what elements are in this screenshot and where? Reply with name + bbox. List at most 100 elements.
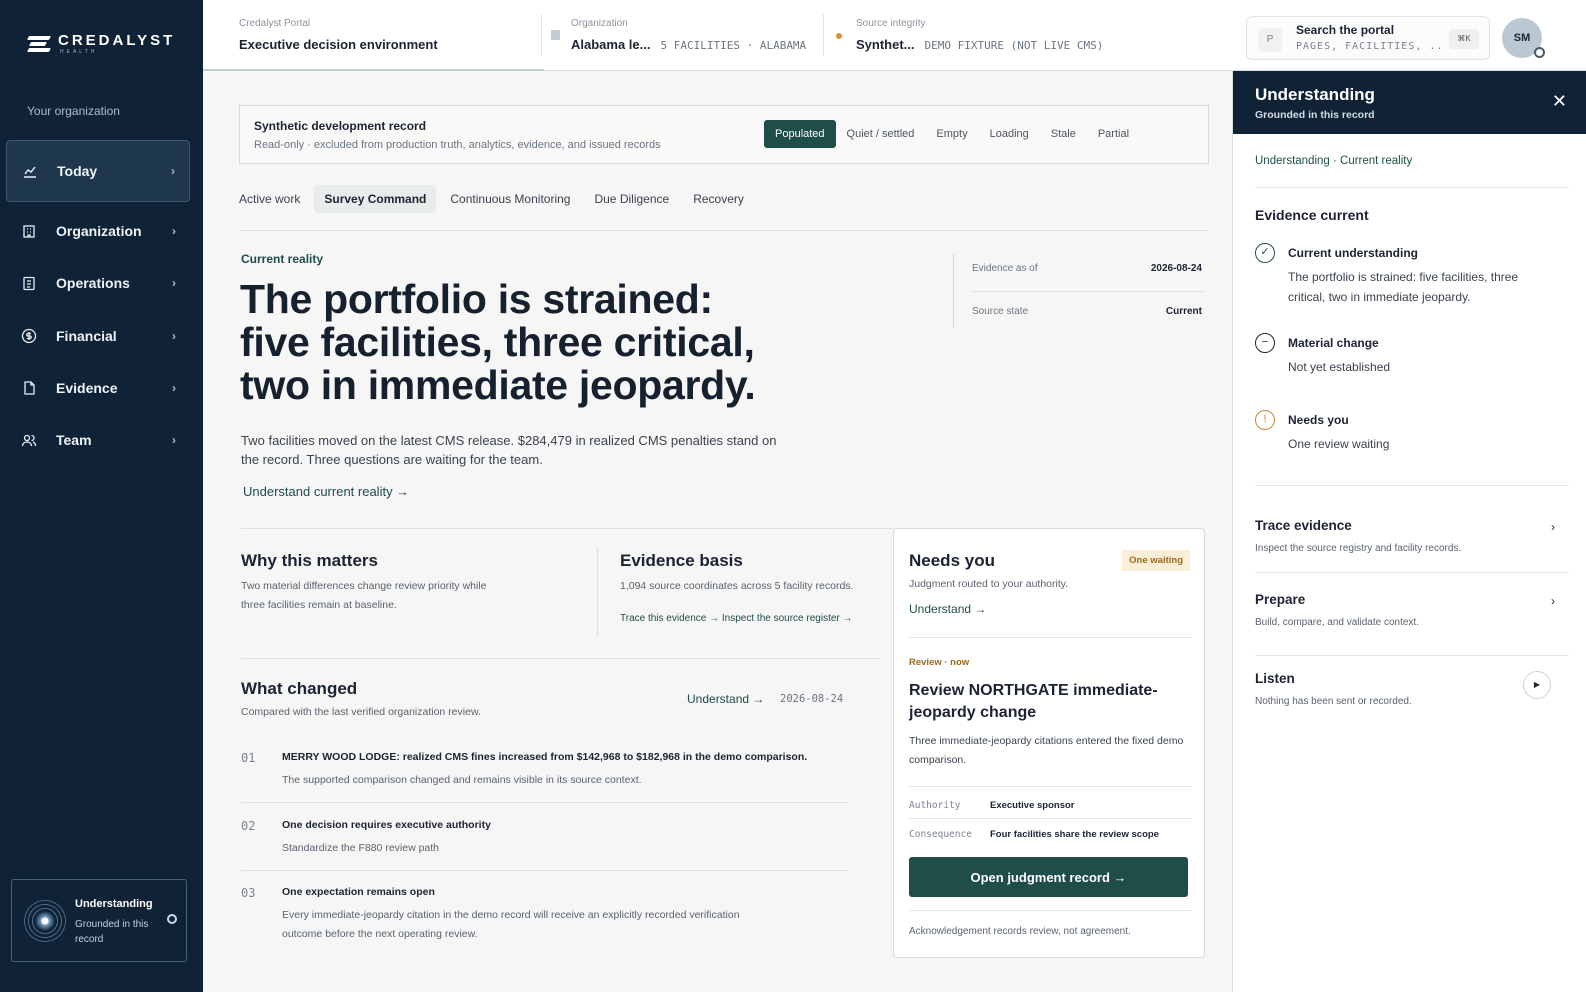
what-changed-title: What changed [241, 679, 358, 698]
panel-subtitle: Grounded in this record [1255, 109, 1375, 121]
understanding-title: Understanding [75, 898, 153, 910]
tab-survey-command[interactable]: Survey Command [314, 185, 437, 213]
chevron-right-icon: › [1551, 594, 1555, 608]
sidebar-item-team[interactable]: Team › [6, 418, 190, 462]
search-hint: PAGES, FACILITIES, .. [1296, 41, 1444, 52]
source-integrity[interactable]: Source integrity Synthet... DEMO FIXTURE … [836, 18, 1103, 52]
item-title: One decision requires executive authorit… [282, 819, 491, 831]
divider [241, 658, 881, 659]
state-empty[interactable]: Empty [925, 120, 978, 148]
dollar-icon [20, 327, 38, 345]
item-number: 03 [241, 886, 256, 900]
sidebar-item-label: Organization [56, 223, 142, 239]
item-number: 02 [241, 819, 256, 833]
source-meta: DEMO FIXTURE (NOT LIVE CMS) [924, 39, 1104, 52]
avatar[interactable]: SM [1502, 18, 1545, 58]
breadcrumb[interactable]: Understanding · Current reality [1255, 155, 1412, 167]
state-switcher: Populated Quiet / settled Empty Loading … [764, 120, 1140, 148]
divider [541, 14, 542, 56]
divider [1255, 655, 1569, 656]
org-label: Organization [571, 18, 628, 29]
divider [823, 14, 824, 56]
needs-you-link[interactable]: Understand → [909, 602, 986, 616]
state-loading[interactable]: Loading [979, 120, 1040, 148]
action-desc: Nothing has been sent or recorded. [1255, 696, 1412, 707]
item-desc: Standardize the F880 review path [282, 842, 440, 854]
what-changed-subtitle: Compared with the last verified organiza… [241, 706, 481, 718]
tab-active-work[interactable]: Active work [239, 185, 310, 213]
sidebar-item-label: Evidence [56, 380, 118, 396]
panel-header: Understanding Grounded in this record ✕ [1233, 71, 1586, 134]
divider [241, 802, 849, 803]
sidebar-item-label: Team [56, 432, 92, 448]
divider [241, 528, 893, 529]
understanding-card[interactable]: Understanding Grounded in this record [11, 879, 187, 962]
divider [909, 786, 1191, 787]
clipboard-icon [20, 274, 38, 292]
trace-evidence-link[interactable]: Trace this evidence → [620, 613, 719, 624]
play-icon[interactable]: ▶ [1523, 671, 1551, 699]
brand-logo[interactable]: CREDALYST HEALTH [27, 33, 175, 55]
search-title: Search the portal [1296, 23, 1395, 37]
sidebar-item-operations[interactable]: Operations › [6, 261, 190, 305]
sidebar-item-today[interactable]: Today › [6, 140, 190, 202]
divider [1255, 485, 1569, 486]
portal-context: Credalyst Portal Executive decision envi… [239, 18, 438, 52]
panel-section-title: Evidence current [1255, 207, 1369, 223]
divider [597, 547, 598, 637]
consequence-row: Consequence Four facilities share the re… [909, 829, 1159, 840]
authority-value: Executive sponsor [990, 800, 1075, 811]
ack-note: Acknowledgement records review, not agre… [909, 926, 1131, 937]
item-desc: Every immediate-jeopardy citation in the… [282, 909, 740, 940]
close-icon[interactable]: ✕ [1552, 91, 1567, 112]
divider [909, 637, 1191, 638]
basis-body: 1,094 source coordinates across 5 facili… [620, 580, 854, 592]
logo-mark-icon [27, 34, 52, 54]
portal-label: Credalyst Portal [239, 18, 311, 29]
state-populated[interactable]: Populated [764, 120, 836, 148]
presence-icon [1534, 47, 1545, 58]
portal-title: Executive decision environment [239, 37, 438, 52]
search-portal[interactable]: P Search the portal PAGES, FACILITIES, .… [1246, 16, 1490, 60]
org-name: Alabama le... [571, 37, 651, 52]
item-title: MERRY WOOD LODGE: realized CMS fines inc… [282, 751, 808, 763]
divider [1255, 572, 1569, 573]
tab-continuous-monitoring[interactable]: Continuous Monitoring [440, 185, 580, 213]
arrow-right-icon: → [1113, 869, 1127, 885]
authority-row: Authority Executive sponsor [909, 800, 1075, 811]
understand-reality-link[interactable]: Understand current reality → [243, 484, 409, 499]
state-partial[interactable]: Partial [1087, 120, 1140, 148]
open-judgment-record-button[interactable]: Open judgment record → [909, 857, 1188, 897]
tab-due-diligence[interactable]: Due Diligence [584, 185, 679, 213]
what-changed-link[interactable]: Understand → [687, 692, 764, 706]
sidebar-item-label: Financial [56, 328, 117, 344]
minus-icon: − [1255, 333, 1275, 353]
status-badge: One waiting [1122, 550, 1190, 571]
review-desc: Three immediate-jeopardy citations enter… [909, 735, 1184, 766]
organization-selector[interactable]: Organization Alabama le... 5 FACILITIES ·… [551, 18, 806, 52]
why-body: Two material differences change review p… [241, 580, 487, 611]
tab-recovery[interactable]: Recovery [683, 185, 754, 213]
people-icon [20, 431, 38, 449]
evidence-meta: Evidence as of 2026-08-24 Source state C… [953, 254, 1204, 328]
alert-icon: ! [1255, 410, 1275, 430]
sidebar-item-evidence[interactable]: Evidence › [6, 366, 190, 410]
check-icon: ✓ [1255, 243, 1275, 263]
inspect-register-link[interactable]: Inspect the source register → [722, 613, 853, 624]
workspace-tabs: Active work Survey Command Continuous Mo… [239, 185, 754, 213]
item-desc: The portfolio is strained: five faciliti… [1288, 270, 1519, 304]
evidence-date: 2026-08-24 [1150, 263, 1202, 274]
sidebar-item-label: Today [57, 163, 98, 179]
state-stale[interactable]: Stale [1040, 120, 1087, 148]
consequence-value: Four facilities share the review scope [990, 829, 1159, 840]
sidebar-item-financial[interactable]: Financial › [6, 314, 190, 358]
needs-you-subtitle: Judgment routed to your authority. [909, 578, 1069, 590]
chevron-right-icon: › [171, 164, 175, 178]
state-quiet[interactable]: Quiet / settled [836, 120, 926, 148]
action-desc: Build, compare, and validate context. [1255, 617, 1419, 628]
shortcut-badge: ⌘K [1449, 29, 1479, 49]
divider [972, 291, 1204, 292]
sidebar-item-organization[interactable]: Organization › [6, 209, 190, 253]
understanding-orb-icon [24, 900, 66, 942]
source-state: Source state Current [972, 306, 1202, 317]
